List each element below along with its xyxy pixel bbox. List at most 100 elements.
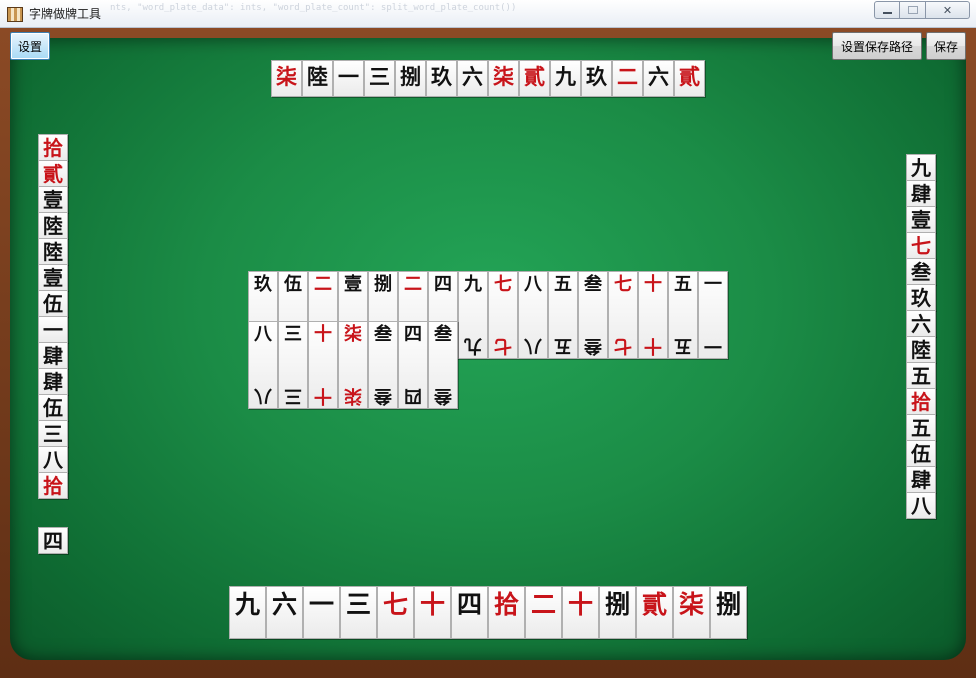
center-tile[interactable]: 叁叁 [428, 321, 458, 409]
tile-character-rotated: 一 [704, 335, 722, 356]
center-tile[interactable]: 叁叁 [368, 321, 398, 409]
left-hand-tile[interactable]: 肆 [38, 368, 68, 395]
bottom-hand-tile[interactable]: 十 [414, 586, 451, 639]
right-hand-tile[interactable]: 玖 [906, 284, 936, 311]
tile-character-rotated: 五 [674, 335, 692, 356]
right-hand-tile[interactable]: 五 [906, 414, 936, 441]
top-hand-tile[interactable]: 玖 [426, 60, 457, 97]
top-hand-tile[interactable]: 柒 [271, 60, 302, 97]
right-hand-tile[interactable]: 六 [906, 310, 936, 337]
top-hand-tile[interactable]: 九 [550, 60, 581, 97]
center-tiles-row-2: 八八三三十十柒柒叁叁四四叁叁 [248, 321, 458, 409]
maximize-button[interactable] [900, 1, 926, 19]
tile-character: 肆 [911, 468, 931, 492]
bottom-hand-tile[interactable]: 柒 [673, 586, 710, 639]
bottom-hand-tile[interactable]: 捌 [710, 586, 747, 639]
bottom-hand-tile[interactable]: 貳 [636, 586, 673, 639]
top-hand-tile[interactable]: 玖 [581, 60, 612, 97]
left-hand-tile[interactable]: 一 [38, 316, 68, 343]
left-hand-tile[interactable]: 肆 [38, 342, 68, 369]
tile-character-rotated: 九 [464, 335, 482, 356]
top-hand-tile[interactable]: 陸 [302, 60, 333, 97]
tile-character: 拾 [43, 474, 63, 498]
settings-button[interactable]: 设置 [10, 32, 50, 60]
tile-character: 陸 [911, 338, 931, 362]
center-tile[interactable]: 五五 [668, 271, 698, 359]
left-hand-tile[interactable]: 伍 [38, 290, 68, 317]
left-extra-tile[interactable]: 四 [38, 527, 68, 554]
bottom-hand-tile[interactable]: 一 [303, 586, 340, 639]
right-hand-tile[interactable]: 叁 [906, 258, 936, 285]
right-hand-tile[interactable]: 五 [906, 362, 936, 389]
left-hand-tile[interactable]: 壹 [38, 264, 68, 291]
right-hand-tile[interactable]: 壹 [906, 206, 936, 233]
left-hand-tile[interactable]: 陸 [38, 212, 68, 239]
top-hand-tile[interactable]: 捌 [395, 60, 426, 97]
center-tile[interactable]: 十十 [638, 271, 668, 359]
tile-character: 伍 [284, 274, 302, 295]
top-hand-tile[interactable]: 六 [457, 60, 488, 97]
bottom-hand-tile[interactable]: 六 [266, 586, 303, 639]
top-hand-tile[interactable]: 六 [643, 60, 674, 97]
right-hand-tile[interactable]: 陸 [906, 336, 936, 363]
center-tile[interactable]: 叁叁 [578, 271, 608, 359]
tile-character: 捌 [400, 64, 421, 89]
tile-character: 八 [254, 324, 272, 345]
tile-character: 伍 [911, 442, 931, 466]
bottom-hand-tile[interactable]: 拾 [488, 586, 525, 639]
tile-character: 叁 [374, 324, 392, 345]
bottom-hand-tile[interactable]: 七 [377, 586, 414, 639]
center-tile[interactable]: 一一 [698, 271, 728, 359]
tile-character-rotated: 十 [644, 335, 662, 356]
left-hand-tile[interactable]: 貳 [38, 160, 68, 187]
right-hand-tile[interactable]: 肆 [906, 180, 936, 207]
left-hand-tile[interactable]: 壹 [38, 186, 68, 213]
bottom-hand-tile[interactable]: 十 [562, 586, 599, 639]
tile-character: 肆 [911, 182, 931, 206]
top-hand-tile[interactable]: 貳 [674, 60, 705, 97]
left-hand-tile[interactable]: 陸 [38, 238, 68, 265]
bottom-hand-tile[interactable]: 四 [451, 586, 488, 639]
top-hand-tile[interactable]: 二 [612, 60, 643, 97]
right-hand-tile[interactable]: 八 [906, 492, 936, 519]
tile-character: 二 [530, 590, 556, 619]
center-tile[interactable]: 七七 [608, 271, 638, 359]
right-hand-tile[interactable]: 九 [906, 154, 936, 181]
center-tile[interactable]: 十十 [308, 321, 338, 409]
left-hand-tile[interactable]: 拾 [38, 472, 68, 499]
top-hand-tile[interactable]: 一 [333, 60, 364, 97]
bottom-hand-tile[interactable]: 九 [229, 586, 266, 639]
top-hand-tile[interactable]: 貳 [519, 60, 550, 97]
tile-character: 九 [464, 274, 482, 295]
top-hand-tile[interactable]: 三 [364, 60, 395, 97]
bottom-hand-tile[interactable]: 二 [525, 586, 562, 639]
tile-character: 伍 [43, 292, 63, 316]
center-tile[interactable]: 九九 [458, 271, 488, 359]
minimize-button[interactable] [874, 1, 900, 19]
center-tile[interactable]: 五五 [548, 271, 578, 359]
bottom-hand-tile[interactable]: 捌 [599, 586, 636, 639]
right-hand-tile[interactable]: 肆 [906, 466, 936, 493]
right-hand-tile[interactable]: 七 [906, 232, 936, 259]
save-button[interactable]: 保存 [926, 32, 966, 60]
right-hand-tile[interactable]: 拾 [906, 388, 936, 415]
tile-character: 八 [43, 448, 63, 472]
center-tile[interactable]: 四四 [398, 321, 428, 409]
center-tile[interactable]: 七七 [488, 271, 518, 359]
left-hand-tile[interactable]: 拾 [38, 134, 68, 161]
left-hand-tile[interactable]: 八 [38, 446, 68, 473]
top-hand-tile[interactable]: 柒 [488, 60, 519, 97]
center-tile[interactable]: 三三 [278, 321, 308, 409]
center-tile[interactable]: 柒柒 [338, 321, 368, 409]
left-hand-tile[interactable]: 三 [38, 420, 68, 447]
bottom-hand-tile[interactable]: 三 [340, 586, 377, 639]
close-button[interactable]: ✕ [926, 1, 970, 19]
set-save-path-button[interactable]: 设置保存路径 [832, 32, 922, 60]
center-tile[interactable]: 八八 [518, 271, 548, 359]
right-hand-tile[interactable]: 伍 [906, 440, 936, 467]
window-controls: ✕ [874, 1, 970, 20]
window-title: 字牌做牌工具 [29, 7, 102, 21]
left-hand-tile[interactable]: 伍 [38, 394, 68, 421]
tile-character: 七 [911, 234, 931, 258]
center-tile[interactable]: 八八 [248, 321, 278, 409]
